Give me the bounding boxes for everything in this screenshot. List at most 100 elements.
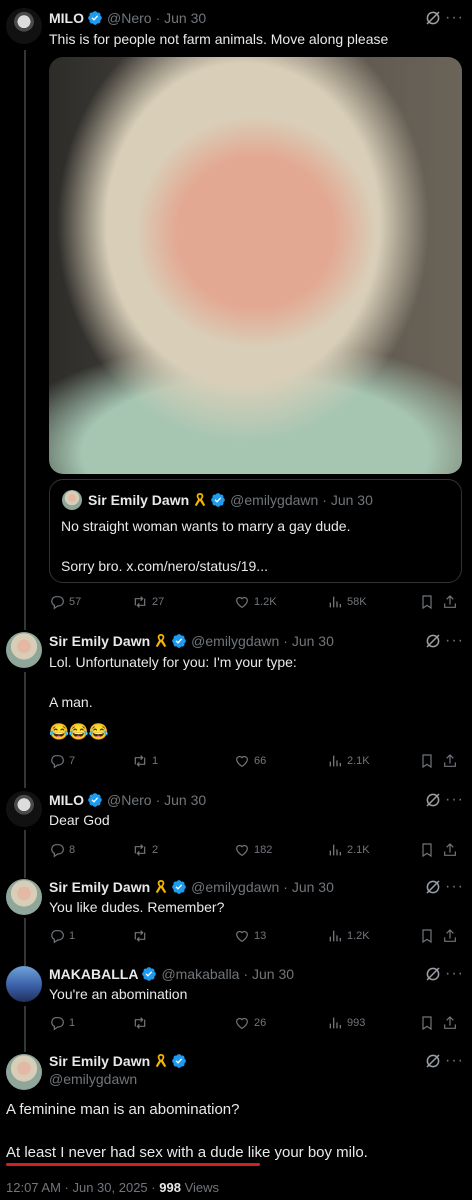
author-handle[interactable]: @emilygdawn: [49, 1071, 137, 1087]
reply-icon: [49, 594, 65, 610]
tweet-timestamp[interactable]: 12:07 AM · Jun 30, 2025 ·: [6, 1180, 156, 1195]
repost-button[interactable]: 27: [132, 594, 164, 610]
tweet-date[interactable]: · Jun 30: [283, 879, 334, 895]
tweet-text: This is for people not farm animals. Mov…: [49, 31, 389, 47]
like-button[interactable]: 66: [234, 753, 266, 769]
author-handle[interactable]: @makaballa: [161, 966, 239, 982]
share-button[interactable]: [442, 842, 462, 858]
more-icon[interactable]: ···: [445, 1052, 464, 1070]
reply-icon: [49, 753, 65, 769]
more-icon[interactable]: ···: [445, 878, 464, 896]
grok-icon[interactable]: [424, 965, 442, 983]
reply-button[interactable]: 8: [49, 842, 75, 858]
repost-button[interactable]: [132, 928, 152, 944]
avatar[interactable]: [6, 791, 42, 827]
reply-button[interactable]: 57: [49, 594, 81, 610]
tweet-header: MAKABALLA @makaballa · Jun 30: [49, 964, 294, 984]
more-icon[interactable]: ···: [445, 791, 464, 809]
repost-button[interactable]: [132, 1015, 152, 1031]
like-button[interactable]: 13: [234, 928, 266, 944]
bookmark-button[interactable]: [419, 842, 439, 858]
repost-button[interactable]: 2: [132, 842, 158, 858]
repost-icon: [132, 1015, 148, 1031]
verified-icon: [171, 633, 187, 649]
tweet[interactable]: MILO @Nero · Jun 30 ··· Dear God 8 2 182…: [0, 785, 472, 873]
reply-button[interactable]: 7: [49, 753, 75, 769]
avatar[interactable]: [6, 966, 42, 1002]
share-icon: [442, 594, 458, 610]
tweet-date[interactable]: · Jun 30: [283, 633, 334, 649]
tweet[interactable]: Sir Emily Dawn @emilygdawn · Jun 30 ··· …: [0, 625, 472, 785]
grok-icon[interactable]: [424, 791, 442, 809]
reply-count: 1: [69, 1017, 76, 1029]
author-name[interactable]: Sir Emily Dawn: [49, 1053, 150, 1069]
author-handle[interactable]: @Nero: [107, 792, 152, 808]
reply-button[interactable]: 1: [49, 928, 75, 944]
like-button[interactable]: 182: [234, 842, 272, 858]
like-button[interactable]: 1.2K: [234, 594, 277, 610]
author-handle[interactable]: @emilygdawn: [191, 879, 279, 895]
views-button[interactable]: 2.1K: [327, 753, 370, 769]
bookmark-button[interactable]: [419, 1015, 439, 1031]
tweet-text: You like dudes. Remember?: [49, 899, 225, 915]
view-count: 2.1K: [347, 755, 370, 767]
reply-button[interactable]: 1: [49, 1015, 75, 1031]
avatar[interactable]: [6, 879, 42, 915]
author-handle[interactable]: @emilygdawn: [191, 633, 279, 649]
grok-icon[interactable]: [424, 632, 442, 650]
tweet[interactable]: Sir Emily Dawn @emilygdawn · Jun 30 ··· …: [0, 873, 472, 961]
tweet[interactable]: MILO @Nero · Jun 30 ··· This is for peop…: [0, 0, 472, 625]
grok-icon[interactable]: [424, 9, 442, 27]
author-name[interactable]: Sir Emily Dawn: [49, 879, 150, 895]
author-name[interactable]: MILO: [49, 10, 84, 26]
more-icon[interactable]: ···: [445, 965, 464, 983]
author-name[interactable]: MILO: [49, 792, 84, 808]
bookmark-button[interactable]: [419, 594, 439, 610]
bookmark-button[interactable]: [419, 753, 439, 769]
tweet-photo[interactable]: [49, 57, 462, 474]
reply-icon: [49, 928, 65, 944]
view-count: 1.2K: [347, 930, 370, 942]
like-button[interactable]: 26: [234, 1015, 266, 1031]
like-icon: [234, 753, 250, 769]
quoted-tweet[interactable]: Sir Emily Dawn @emilygdawn · Jun 30 No s…: [49, 479, 462, 583]
author-handle[interactable]: @Nero: [107, 10, 152, 26]
like-count: 66: [254, 755, 267, 767]
avatar[interactable]: [6, 632, 42, 668]
avatar[interactable]: [6, 8, 42, 44]
red-underline: [6, 1163, 260, 1166]
gold-ribbon-icon: [154, 633, 168, 649]
tweet-date[interactable]: · Jun 30: [243, 966, 294, 982]
reply-count: 7: [69, 755, 76, 767]
reply-icon: [49, 1015, 65, 1031]
more-icon[interactable]: ···: [445, 9, 464, 27]
view-count: 993: [347, 1017, 366, 1029]
tweet-date[interactable]: · Jun 30: [156, 792, 207, 808]
quote-avatar: [62, 490, 82, 510]
share-button[interactable]: [442, 1015, 462, 1031]
share-button[interactable]: [442, 753, 462, 769]
reply-count: 57: [69, 596, 82, 608]
grok-icon[interactable]: [424, 1052, 442, 1070]
avatar[interactable]: [6, 1054, 42, 1090]
views-button[interactable]: 993: [327, 1015, 365, 1031]
tweet[interactable]: MAKABALLA @makaballa · Jun 30 ··· You're…: [0, 961, 472, 1049]
main-tweet: Sir Emily Dawn @emilygdawn ··· A feminin…: [0, 1049, 472, 1200]
views-label: Views: [184, 1180, 220, 1195]
gold-ribbon-icon: [154, 1053, 168, 1069]
share-button[interactable]: [442, 594, 462, 610]
author-name[interactable]: MAKABALLA: [49, 966, 138, 982]
more-icon[interactable]: ···: [445, 632, 464, 650]
tweet-date[interactable]: · Jun 30: [156, 10, 207, 26]
views-button[interactable]: 58K: [327, 594, 367, 610]
views-button[interactable]: 1.2K: [327, 928, 370, 944]
views-button[interactable]: 2.1K: [327, 842, 370, 858]
like-icon: [234, 594, 250, 610]
repost-button[interactable]: 1: [132, 753, 158, 769]
author-name[interactable]: Sir Emily Dawn: [49, 633, 150, 649]
tweet-header: Sir Emily Dawn @emilygdawn · Jun 30: [49, 631, 334, 651]
share-button[interactable]: [442, 928, 462, 944]
grok-icon[interactable]: [424, 878, 442, 896]
bookmark-button[interactable]: [419, 928, 439, 944]
bookmark-icon: [419, 842, 435, 858]
